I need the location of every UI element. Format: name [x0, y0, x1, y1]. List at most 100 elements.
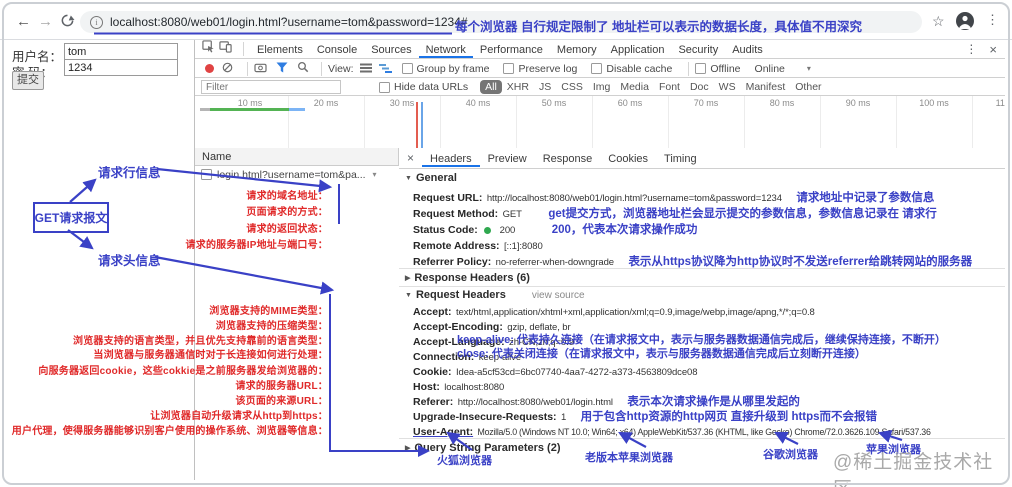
ua-label-firefox: 火狐浏览器 — [437, 455, 492, 467]
name-column-header[interactable]: Name — [195, 148, 399, 166]
view-source-link[interactable]: view source — [532, 290, 585, 301]
bookmark-star-icon[interactable]: ☆ — [932, 13, 945, 30]
detail-close-icon[interactable]: × — [399, 151, 422, 165]
waterfall-bar-wait — [200, 108, 210, 111]
hide-data-urls-checkbox[interactable] — [379, 81, 390, 93]
tab-sources[interactable]: Sources — [364, 41, 418, 58]
preserve-log-checkbox[interactable] — [503, 63, 515, 74]
red-annotation-upgrade: 让浏览器自动升级请求从http到https： — [150, 411, 328, 422]
request-row-checkbox[interactable] — [201, 169, 212, 180]
timeline-tick: 20 ms — [313, 98, 339, 108]
filter-chip-manifest[interactable]: Manifest — [741, 80, 791, 94]
filter-funnel-icon[interactable] — [276, 60, 288, 78]
tab-audits[interactable]: Audits — [725, 41, 770, 58]
username-field[interactable] — [64, 43, 178, 60]
timeline-tick: 80 ms — [769, 98, 795, 108]
detail-tab-timing[interactable]: Timing — [656, 149, 705, 167]
header-name: User-Agent: — [413, 426, 474, 438]
tab-memory[interactable]: Memory — [550, 41, 604, 58]
filter-chip-font[interactable]: Font — [654, 80, 685, 94]
screenshot-capture-icon[interactable] — [254, 60, 267, 78]
inspect-element-icon[interactable] — [202, 40, 215, 58]
detail-tab-response[interactable]: Response — [535, 149, 601, 167]
record-icon[interactable] — [205, 64, 214, 73]
view-waterfall-icon[interactable] — [378, 60, 392, 78]
chevron-down-icon: ▾ — [806, 64, 811, 73]
preserve-log-label: Preserve log — [518, 62, 578, 75]
tab-console[interactable]: Console — [310, 41, 364, 58]
timeline-tick: 30 ms — [389, 98, 415, 108]
detail-tab-headers[interactable]: Headers — [422, 149, 480, 167]
tab-performance[interactable]: Performance — [473, 41, 550, 58]
clear-icon[interactable] — [222, 60, 233, 78]
tab-network[interactable]: Network — [418, 41, 473, 58]
row-expand-icon[interactable]: ▾ — [373, 170, 377, 179]
devtools-close-icon[interactable]: × — [989, 42, 997, 57]
address-bar-annotation: 每个浏览器 自行规定限制了 地址栏可以表示的数据长度，具体值不用深究 — [455, 20, 862, 34]
request-row[interactable]: login.html?username=tom&pa... ▾ — [195, 166, 399, 183]
network-filter-row: Hide data URLs All XHR JS CSS Img Media … — [195, 79, 1005, 96]
back-button[interactable]: ← — [16, 13, 31, 31]
triangle-expanded-icon[interactable]: ▼ — [405, 175, 412, 182]
red-annotation-accept-language: 浏览器支持的语言类型，并且优先支持靠前的语言类型： — [73, 336, 328, 347]
profile-avatar[interactable] — [956, 12, 974, 30]
submit-button[interactable]: 提交 — [12, 71, 44, 90]
reload-button[interactable] — [60, 13, 75, 33]
filter-chip-doc[interactable]: Doc — [685, 80, 714, 94]
blue-annotation: get提交方式，浏览器地址栏会显示提交的参数信息，参数信息记录在 请求行 — [548, 208, 937, 220]
filter-chip-all[interactable]: All — [480, 80, 502, 94]
tab-security[interactable]: Security — [671, 41, 725, 58]
device-toolbar-icon[interactable] — [219, 40, 232, 58]
tab-elements[interactable]: Elements — [250, 41, 310, 58]
view-list-icon[interactable] — [359, 60, 372, 78]
filter-chip-js[interactable]: JS — [534, 80, 556, 94]
triangle-expanded-icon[interactable]: ▼ — [405, 292, 412, 299]
blue-annotation: 200，代表本次请求操作成功 — [551, 224, 698, 236]
detail-tab-preview[interactable]: Preview — [480, 149, 535, 167]
filter-chip-xhr[interactable]: XHR — [502, 80, 534, 94]
filter-chip-css[interactable]: CSS — [556, 80, 588, 94]
timeline-tick: 50 ms — [541, 98, 567, 108]
blue-annotation: 请求地址中记录了参数信息 — [796, 192, 935, 204]
red-annotation-cookie: 向服务器返回cookie，这些cokkie是之前服务器发给浏览器的： — [38, 366, 328, 377]
blue-annotation: 表示从https协议降为http协议时不发送referrer给跳转网站的服务器 — [628, 256, 973, 268]
browser-menu-icon[interactable]: ⋮ — [986, 12, 999, 28]
toolbar-divider — [321, 61, 322, 76]
tab-application[interactable]: Application — [604, 41, 672, 58]
network-overview-timeline[interactable]: 10 ms 20 ms 30 ms 40 ms 50 ms 60 ms 70 m… — [195, 96, 1005, 149]
reload-icon — [61, 14, 75, 27]
timeline-tick: 110 ms — [995, 98, 1005, 108]
filter-chip-other[interactable]: Other — [790, 80, 826, 94]
triangle-collapsed-icon[interactable]: ▶ — [405, 275, 410, 282]
group-by-frame-checkbox[interactable] — [401, 63, 413, 74]
group-by-frame-label: Group by frame — [416, 62, 490, 75]
toolbar-divider — [247, 61, 248, 76]
filter-chip-media[interactable]: Media — [615, 80, 654, 94]
forward-button[interactable]: → — [38, 13, 53, 31]
red-annotation-accept-encoding: 浏览器支持的压缩类型： — [215, 321, 328, 332]
general-title: General — [415, 172, 457, 184]
filter-chip-img[interactable]: Img — [588, 80, 616, 94]
red-annotation-user-agent: 用户代理，使得服务器能够识别客户使用的操作系统、浏览器等信息： — [11, 426, 328, 437]
triangle-collapsed-icon[interactable]: ▶ — [405, 445, 410, 452]
search-icon[interactable] — [297, 60, 309, 78]
request-headers-section-header[interactable]: ▼ Request Headers view source — [405, 289, 585, 301]
section-divider — [399, 286, 1005, 287]
offline-label: Offline — [710, 62, 741, 75]
offline-checkbox[interactable] — [695, 63, 707, 74]
detail-tab-cookies[interactable]: Cookies — [600, 149, 656, 167]
red-annotation-connection: 当浏览器与服务器通信时对于长连接如何进行处理： — [93, 350, 328, 361]
disable-cache-checkbox[interactable] — [591, 63, 603, 74]
request-row-name: login.html?username=tom&pa... — [217, 168, 366, 181]
devtools-menu-icon[interactable]: ⋮ — [965, 42, 977, 56]
throttling-select[interactable]: Online — [755, 63, 785, 75]
filter-chip-ws[interactable]: WS — [714, 80, 741, 94]
toolbar-divider — [688, 61, 690, 76]
domcontent-event-line — [421, 102, 423, 148]
general-section-header[interactable]: ▼ General — [405, 172, 457, 184]
page-info-icon[interactable]: i — [90, 15, 103, 29]
view-label: View: — [328, 62, 354, 75]
filter-input[interactable] — [201, 80, 341, 94]
response-headers-section-header[interactable]: ▶ Response Headers (6) — [405, 272, 530, 284]
password-field[interactable] — [64, 59, 178, 76]
